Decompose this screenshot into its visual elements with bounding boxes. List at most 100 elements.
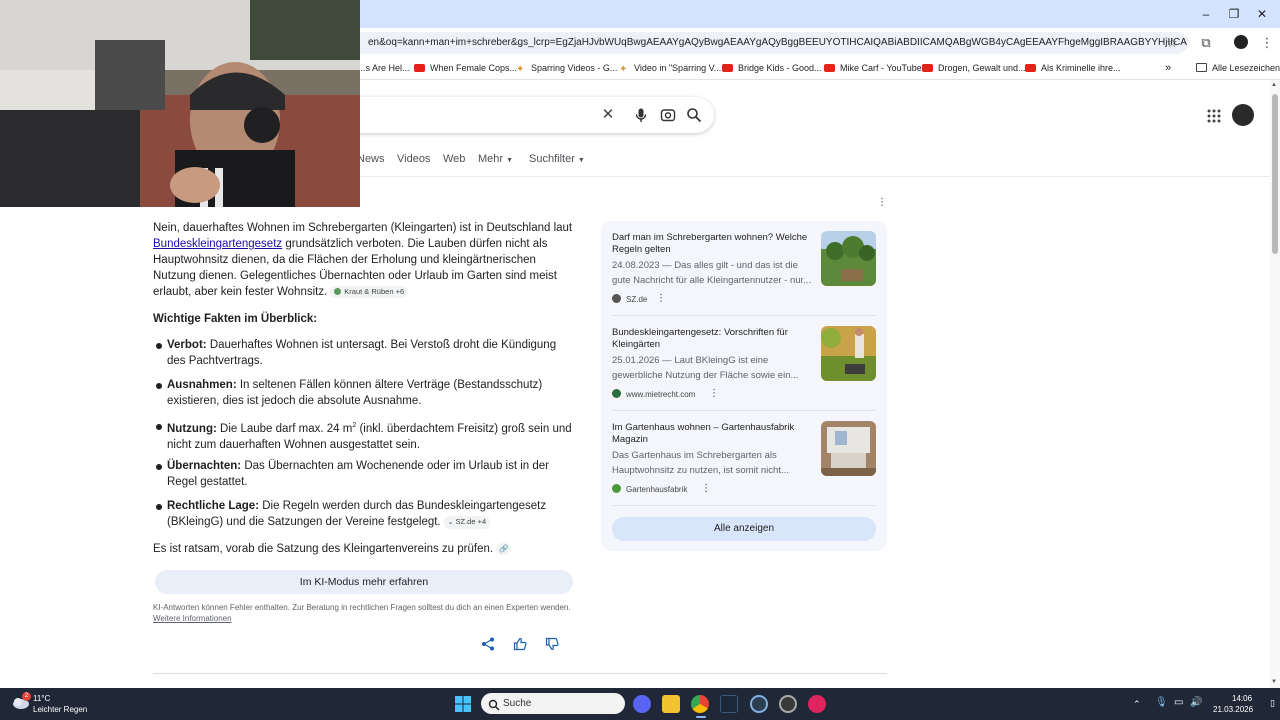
thumbs-down-icon[interactable] <box>545 637 559 651</box>
source-site[interactable]: www.mietrecht.com <box>612 389 695 400</box>
clock-time[interactable]: 14:06 <box>1232 694 1252 704</box>
source-options-icon[interactable]: ⋮ <box>701 484 711 494</box>
source-favicon <box>334 288 342 295</box>
source-site[interactable]: Gartenhausfabrik <box>612 484 687 495</box>
source-thumbnail[interactable] <box>821 326 876 381</box>
bookmark-item[interactable]: ✦ Video in "Sparring V... <box>619 61 721 75</box>
search-icon[interactable] <box>686 107 702 123</box>
chevron-down-icon: ▼ <box>577 157 585 164</box>
restore-icon[interactable]: ❐ <box>1226 6 1242 22</box>
bookmark-item[interactable]: Mike Carf - YouTube <box>824 61 922 75</box>
windows-start-icon[interactable] <box>454 695 472 713</box>
youtube-icon <box>1025 64 1036 72</box>
network-icon[interactable]: ▭ <box>1174 698 1183 708</box>
bookmark-label: When Female Cops... <box>430 63 518 73</box>
source-title[interactable]: Darf man im Schrebergarten wohnen? Welch… <box>612 232 817 256</box>
weather-description[interactable]: Leichter Regen <box>33 705 87 715</box>
source-options-icon[interactable]: ⋮ <box>656 294 666 304</box>
tray-expand-icon[interactable]: ⌃ <box>1133 699 1141 709</box>
fact-term: Ausnahmen: <box>167 379 237 391</box>
taskbar-search-input[interactable]: Suche <box>481 693 625 714</box>
source-options-icon[interactable]: ⋮ <box>709 389 719 399</box>
notifications-icon[interactable]: ▯ <box>1270 698 1275 708</box>
bookmark-item[interactable]: When Female Cops... <box>414 61 517 75</box>
steam-icon[interactable] <box>720 695 738 713</box>
show-all-sources-button[interactable]: Alle anzeigen <box>612 517 876 541</box>
fact-term: Verbot: <box>167 339 207 351</box>
ki-mode-button[interactable]: Im KI-Modus mehr erfahren <box>155 570 573 594</box>
bookmark-item[interactable]: ...s Are Hel... <box>358 61 410 75</box>
thumbs-up-icon[interactable] <box>513 637 527 651</box>
source-thumbnail[interactable] <box>821 421 876 476</box>
lens-search-icon[interactable] <box>660 107 676 123</box>
intro-text: Nein, dauerhaftes Wohnen im Schrebergart… <box>153 222 573 234</box>
apps-grid-icon[interactable] <box>1206 108 1222 124</box>
bookmark-item[interactable]: Als Kriminelle ihre... <box>1025 61 1121 75</box>
taskbar-search-icon <box>488 698 500 711</box>
bullet-dot <box>156 343 162 349</box>
bookmark-item[interactable]: Drogen, Gewalt und... <box>922 61 1026 75</box>
bookmark-item[interactable]: ✦ Sparring Videos - G... <box>516 61 617 75</box>
spark-icon: ✦ <box>516 64 525 75</box>
profile-avatar[interactable] <box>1233 35 1249 51</box>
app-icon[interactable] <box>750 695 768 713</box>
link-icon[interactable]: 🔗 <box>496 543 512 555</box>
youtube-icon <box>414 64 425 72</box>
search-input[interactable] <box>300 97 714 133</box>
all-bookmarks-button[interactable]: Alle Lesezeichen <box>1196 61 1280 75</box>
clear-search-icon[interactable]: ✕ <box>600 107 616 123</box>
fact-item: Nutzung: Die Laube darf max. 24 m2 (inkl… <box>167 418 577 453</box>
youtube-icon <box>922 64 933 72</box>
bullet-dot <box>156 504 162 510</box>
ai-disclaimer: KI-Antworten können Fehler enthalten. Zu… <box>153 602 573 624</box>
tab-news[interactable]: News <box>357 152 385 166</box>
media-player-icon[interactable] <box>808 695 826 713</box>
bkleingg-link[interactable]: Bundeskleingartengesetz <box>153 238 282 250</box>
source-title[interactable]: Im Gartenhaus wohnen – Gartenhausfabrik … <box>612 422 817 446</box>
scrollbar-thumb[interactable] <box>1272 94 1278 254</box>
extensions-icon[interactable]: ⧉ <box>1198 35 1214 51</box>
search-filter-button[interactable]: Suchfilter ▼ <box>529 152 585 168</box>
bookmark-label: Bridge Kids - Good... <box>738 63 822 73</box>
address-bar[interactable]: en&oq=kann+man+im+schreber&gs_lcrp=EgZja… <box>360 32 1188 54</box>
youtube-icon <box>722 64 733 72</box>
bookmark-star-icon[interactable]: ☆ <box>1164 35 1180 51</box>
source-site-label: SZ.de <box>626 295 648 304</box>
source-divider <box>612 505 876 506</box>
clock-date[interactable]: 21.03.2026 <box>1213 705 1253 715</box>
close-window-icon[interactable]: ✕ <box>1254 6 1270 22</box>
chrome-icon[interactable] <box>691 695 709 713</box>
weather-temperature[interactable]: 11°C <box>33 694 50 704</box>
tab-web[interactable]: Web <box>443 152 465 166</box>
source-chip[interactable]: Kraut & Rüben +6 <box>330 286 409 298</box>
tab-more[interactable]: Mehr ▼ <box>478 152 513 168</box>
voice-search-icon[interactable] <box>633 107 649 123</box>
bullet-dot <box>156 464 162 470</box>
scroll-down-icon[interactable]: ▼ <box>1271 679 1277 685</box>
source-thumbnail[interactable] <box>821 231 876 286</box>
more-info-link[interactable]: Weitere Informationen <box>153 614 232 623</box>
tab-videos[interactable]: Videos <box>397 152 430 166</box>
share-icon[interactable] <box>481 637 495 651</box>
file-explorer-icon[interactable] <box>662 695 680 713</box>
weather-badge: 2 <box>22 692 31 701</box>
source-chip-label: Kraut & Rüben +6 <box>344 287 405 296</box>
source-title[interactable]: Bundeskleingartengesetz: Vorschriften fü… <box>612 327 817 351</box>
disclaimer-text: KI-Antworten können Fehler enthalten. Zu… <box>153 603 571 612</box>
source-chip[interactable]: ⌄ SZ.de +4 <box>443 516 491 529</box>
discord-icon[interactable] <box>633 695 651 713</box>
minimize-icon[interactable]: – <box>1198 6 1214 22</box>
google-account-avatar[interactable] <box>1232 104 1254 126</box>
scroll-up-icon[interactable]: ▲ <box>1271 82 1277 88</box>
source-snippet: 25.01.2026 — Laut BKleingG ist eine gewe… <box>612 355 799 381</box>
volume-icon[interactable]: 🔊 <box>1190 698 1202 708</box>
bookmark-item[interactable]: Bridge Kids - Good... <box>722 61 822 75</box>
more-bookmarks-button[interactable]: » <box>1165 61 1171 75</box>
source-site[interactable]: SZ.de <box>612 294 647 305</box>
bookmark-label: Als Kriminelle ihre... <box>1041 63 1121 73</box>
browser-menu-icon[interactable]: ⋮ <box>1259 35 1275 51</box>
closing-sentence: Es ist ratsam, vorab die Satzung des Kle… <box>153 543 494 555</box>
answer-options-icon[interactable]: ⋮ <box>877 198 887 208</box>
app-icon[interactable] <box>779 695 797 713</box>
microphone-icon[interactable]: 🎙 <box>1155 698 1168 708</box>
